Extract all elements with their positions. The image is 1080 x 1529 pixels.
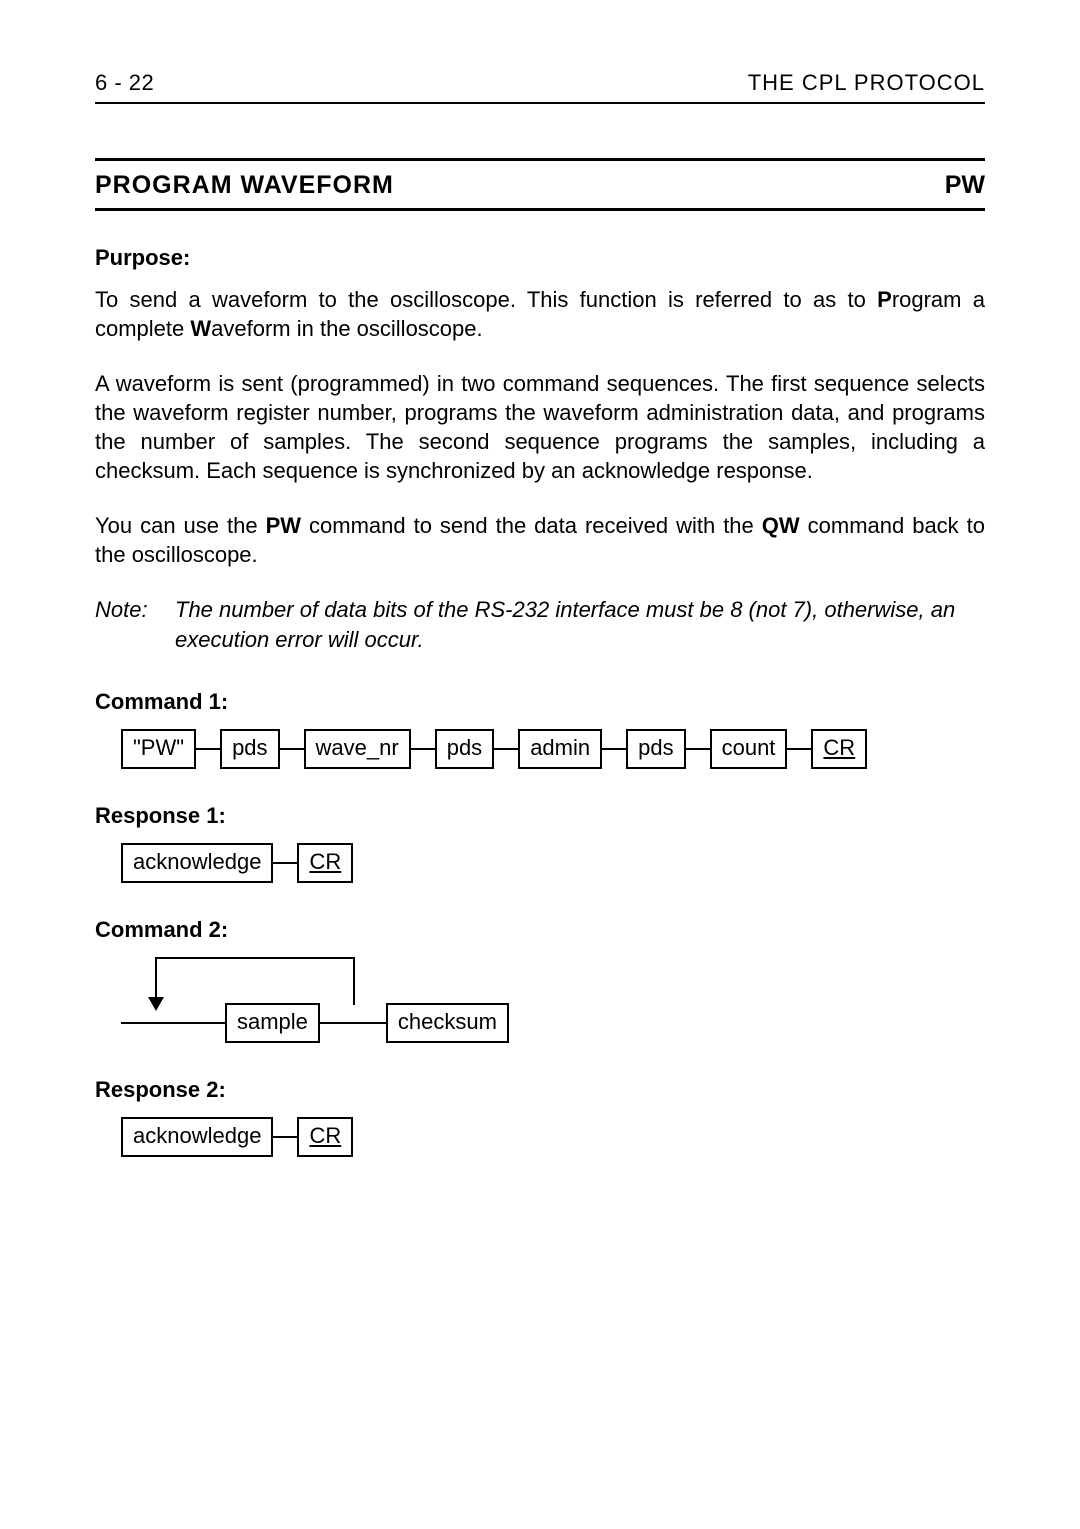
syntax-box-wave-nr: wave_nr: [304, 729, 411, 769]
bold-pw: PW: [266, 513, 301, 538]
note-body: The number of data bits of the RS-232 in…: [175, 595, 985, 654]
syntax-row: acknowledge CR: [121, 843, 985, 883]
syntax-row: "PW" pds wave_nr pds admin pds count CR: [121, 729, 985, 769]
connector: [196, 748, 220, 750]
command1-syntax: "PW" pds wave_nr pds admin pds count CR: [121, 729, 985, 769]
syntax-box-cr: CR: [811, 729, 867, 769]
syntax-row: acknowledge CR: [121, 1117, 985, 1157]
connector: [273, 1136, 297, 1138]
page-header: 6 - 22 THE CPL PROTOCOL: [95, 70, 985, 104]
text: To send a waveform to the oscilloscope. …: [95, 287, 877, 312]
connector: [366, 1022, 386, 1024]
command-mnemonic: PW: [945, 171, 985, 200]
connector: [273, 862, 297, 864]
command1-label: Command 1:: [95, 689, 985, 715]
syntax-box-cr: CR: [297, 843, 353, 883]
page: 6 - 22 THE CPL PROTOCOL PROGRAM WAVEFORM…: [0, 0, 1080, 1261]
connector: [686, 748, 710, 750]
connector: [411, 748, 435, 750]
response2-label: Response 2:: [95, 1077, 985, 1103]
syntax-box-acknowledge: acknowledge: [121, 1117, 273, 1157]
purpose-paragraph-1: To send a waveform to the oscilloscope. …: [95, 285, 985, 343]
connector: [121, 1022, 225, 1024]
syntax-box-pds: pds: [220, 729, 279, 769]
command-title: PROGRAM WAVEFORM: [95, 171, 394, 200]
text: aveform in the oscilloscope.: [211, 316, 482, 341]
syntax-box-admin: admin: [518, 729, 602, 769]
command2-syntax: sample checksum: [121, 957, 985, 1043]
page-number: 6 - 22: [95, 70, 154, 96]
syntax-box-checksum: checksum: [386, 1003, 509, 1043]
syntax-row: sample checksum: [121, 1003, 509, 1043]
text: command to send the data received with t…: [301, 513, 762, 538]
connector: [320, 1022, 366, 1024]
note-label: Note:: [95, 595, 175, 654]
response1-label: Response 1:: [95, 803, 985, 829]
connector: [280, 748, 304, 750]
syntax-box-sample: sample: [225, 1003, 320, 1043]
bold-w: W: [190, 316, 211, 341]
purpose-label: Purpose:: [95, 245, 985, 271]
syntax-box-pw: "PW": [121, 729, 196, 769]
loop-line-right: [353, 957, 355, 1005]
response1-syntax: acknowledge CR: [121, 843, 985, 883]
syntax-box-pds: pds: [626, 729, 685, 769]
purpose-paragraph-2: A waveform is sent (programmed) in two c…: [95, 369, 985, 485]
purpose-paragraph-3: You can use the PW command to send the d…: [95, 511, 985, 569]
connector: [494, 748, 518, 750]
loop-line-top: [155, 957, 355, 959]
bold-p: P: [877, 287, 892, 312]
note-row: Note: The number of data bits of the RS-…: [95, 595, 985, 654]
syntax-box-pds: pds: [435, 729, 494, 769]
bold-qw: QW: [762, 513, 800, 538]
response2-syntax: acknowledge CR: [121, 1117, 985, 1157]
connector: [602, 748, 626, 750]
syntax-box-count: count: [710, 729, 788, 769]
command2-label: Command 2:: [95, 917, 985, 943]
text: You can use the: [95, 513, 266, 538]
chapter-title: THE CPL PROTOCOL: [748, 70, 985, 96]
connector: [787, 748, 811, 750]
syntax-box-acknowledge: acknowledge: [121, 843, 273, 883]
command-title-block: PROGRAM WAVEFORM PW: [95, 158, 985, 211]
syntax-box-cr: CR: [297, 1117, 353, 1157]
